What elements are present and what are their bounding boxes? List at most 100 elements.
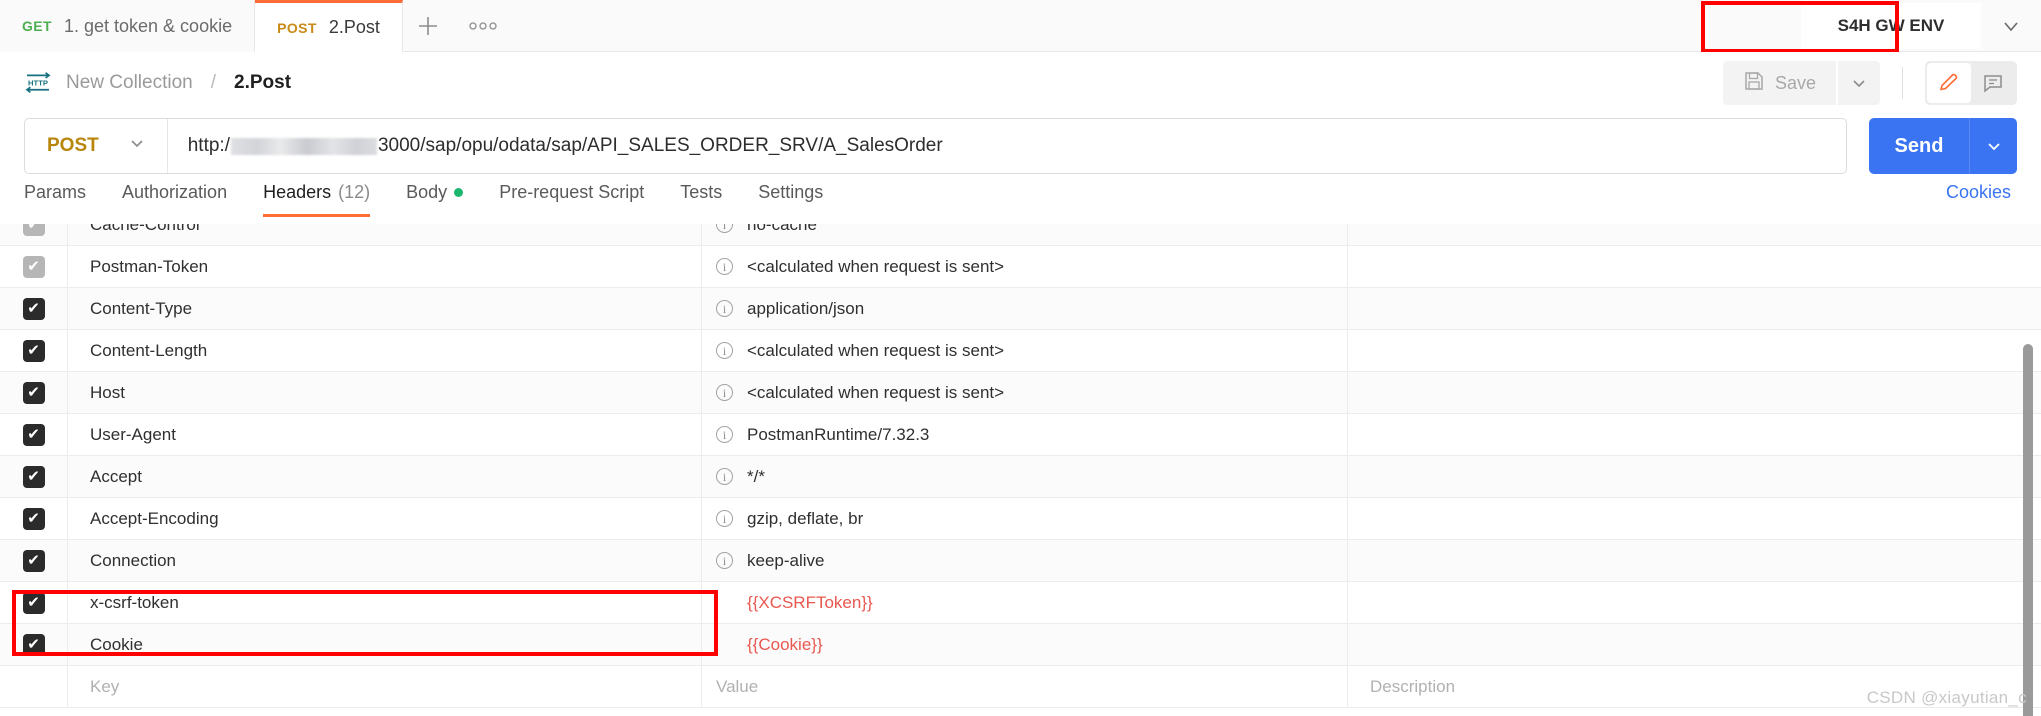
header-checkbox[interactable]: ✔ <box>22 591 45 614</box>
header-description-cell[interactable] <box>1348 372 2041 414</box>
header-key-cell[interactable]: User-Agent <box>68 413 702 456</box>
header-key-cell[interactable]: Connection <box>68 539 702 582</box>
edit-pencil-icon[interactable] <box>1927 63 1971 103</box>
send-options-chevron-down-icon[interactable] <box>1969 118 2017 174</box>
header-description-cell[interactable] <box>1348 288 2041 330</box>
new-header-description-input[interactable]: Description <box>1348 666 2041 708</box>
http-method-select[interactable]: POST <box>25 119 168 173</box>
header-enabled-cell[interactable]: ✔ <box>0 413 68 456</box>
header-key-cell[interactable]: Postman-Token <box>68 245 702 288</box>
header-description-cell[interactable] <box>1348 498 2041 540</box>
header-enabled-cell[interactable]: ✔ <box>0 287 68 330</box>
tab-pre-request-script[interactable]: Pre-request Script <box>499 182 666 217</box>
header-enabled-cell[interactable] <box>0 665 68 708</box>
header-checkbox[interactable]: ✔ <box>22 297 45 320</box>
header-key-cell[interactable]: Accept-Encoding <box>68 497 702 540</box>
header-checkbox[interactable]: ✔ <box>22 423 45 446</box>
header-value-cell[interactable]: i <calculated when request is sent> <box>702 371 1348 414</box>
send-button[interactable]: Send <box>1869 118 1969 174</box>
header-enabled-cell[interactable]: ✔ <box>0 245 68 288</box>
tab-headers[interactable]: Headers (12) <box>263 182 392 217</box>
headers-table-scrollbar[interactable] <box>2023 344 2033 716</box>
table-row-new[interactable]: Key Value Description <box>0 665 2041 708</box>
header-checkbox[interactable]: ✔ <box>22 465 45 488</box>
header-description-cell[interactable] <box>1348 330 2041 372</box>
header-description-cell[interactable] <box>1348 540 2041 582</box>
header-description-cell[interactable] <box>1348 456 2041 498</box>
tab-authorization[interactable]: Authorization <box>122 182 249 217</box>
table-row[interactable]: ✔ Cache-Control i no-cache <box>0 224 2041 246</box>
header-enabled-cell[interactable]: ✔ <box>0 455 68 498</box>
header-description-cell[interactable] <box>1348 246 2041 288</box>
table-row[interactable]: ✔ Accept i */* <box>0 455 2041 498</box>
header-value-cell[interactable]: {{XCSRFToken}} <box>702 581 1348 624</box>
header-value-cell[interactable]: i <calculated when request is sent> <box>702 329 1348 372</box>
header-value-cell[interactable]: i */* <box>702 455 1348 498</box>
header-key-cell[interactable]: Accept <box>68 455 702 498</box>
url-input[interactable]: http:/ 3000/sap/opu/odata/sap/API_SALES_O… <box>168 119 1846 173</box>
header-info-icon[interactable]: i <box>716 384 733 401</box>
table-row[interactable]: ✔ Accept-Encoding i gzip, deflate, br <box>0 497 2041 540</box>
header-info-icon[interactable]: i <box>716 426 733 443</box>
header-key-cell[interactable]: Content-Length <box>68 329 702 372</box>
header-value-cell[interactable]: {{Cookie}} <box>702 623 1348 666</box>
header-description-cell[interactable] <box>1348 414 2041 456</box>
header-value-cell[interactable]: i PostmanRuntime/7.32.3 <box>702 413 1348 456</box>
header-description-cell[interactable] <box>1348 582 2041 624</box>
header-enabled-cell[interactable]: ✔ <box>0 371 68 414</box>
header-info-icon[interactable]: i <box>716 342 733 359</box>
tab-body[interactable]: Body <box>406 182 485 217</box>
environment-chevron-down-icon[interactable] <box>1981 0 2041 52</box>
table-row[interactable]: ✔ Host i <calculated when request is sent> <box>0 371 2041 414</box>
header-info-icon[interactable]: i <box>716 224 733 233</box>
header-info-icon[interactable]: i <box>716 468 733 485</box>
header-value-cell[interactable]: i <calculated when request is sent> <box>702 245 1348 288</box>
table-row[interactable]: ✔ Cookie {{Cookie}} <box>0 623 2041 666</box>
new-header-value-input[interactable]: Value <box>702 665 1348 708</box>
header-key-cell[interactable]: Content-Type <box>68 287 702 330</box>
header-info-icon[interactable]: i <box>716 552 733 569</box>
header-description-cell[interactable] <box>1348 624 2041 666</box>
header-enabled-cell[interactable]: ✔ <box>0 539 68 582</box>
header-info-icon[interactable]: i <box>716 300 733 317</box>
header-value-cell[interactable]: i keep-alive <box>702 539 1348 582</box>
tab-settings[interactable]: Settings <box>758 182 845 217</box>
header-checkbox[interactable]: ✔ <box>22 381 45 404</box>
table-row[interactable]: ✔ User-Agent i PostmanRuntime/7.32.3 <box>0 413 2041 456</box>
header-enabled-cell[interactable]: ✔ <box>0 497 68 540</box>
header-description-cell[interactable] <box>1348 224 2041 246</box>
new-tab-icon[interactable] <box>403 0 453 52</box>
table-row[interactable]: ✔ Postman-Token i <calculated when request … <box>0 245 2041 288</box>
comment-icon[interactable] <box>1971 63 2015 103</box>
header-checkbox[interactable]: ✔ <box>22 339 45 362</box>
header-checkbox[interactable]: ✔ <box>22 549 45 572</box>
header-checkbox[interactable]: ✔ <box>22 633 45 656</box>
request-tab-2[interactable]: POST 2.Post <box>255 0 403 52</box>
header-key-cell[interactable]: Cookie <box>68 623 702 666</box>
table-row[interactable]: ✔ Connection i keep-alive <box>0 539 2041 582</box>
header-checkbox[interactable]: ✔ <box>22 507 45 530</box>
header-key-cell[interactable]: x-csrf-token <box>68 581 702 624</box>
tab-params[interactable]: Params <box>24 182 108 217</box>
table-row[interactable]: ✔ Content-Length i <calculated when request… <box>0 329 2041 372</box>
tab-tests[interactable]: Tests <box>680 182 744 217</box>
header-value-cell[interactable]: i gzip, deflate, br <box>702 497 1348 540</box>
table-row[interactable]: ✔ Content-Type i application/json <box>0 287 2041 330</box>
header-enabled-cell[interactable]: ✔ <box>0 329 68 372</box>
environment-selector[interactable]: S4H GW ENV <box>1801 3 1981 49</box>
new-header-key-input[interactable]: Key <box>68 665 702 708</box>
header-value-cell[interactable]: i no-cache <box>702 224 1348 246</box>
header-info-icon[interactable]: i <box>716 510 733 527</box>
save-options-chevron-down-icon[interactable] <box>1838 61 1880 105</box>
header-enabled-cell[interactable]: ✔ <box>0 581 68 624</box>
header-checkbox[interactable]: ✔ <box>22 255 45 278</box>
breadcrumb-collection[interactable]: New Collection <box>66 72 193 94</box>
header-key-cell[interactable]: Host <box>68 371 702 414</box>
header-enabled-cell[interactable]: ✔ <box>0 224 68 246</box>
header-enabled-cell[interactable]: ✔ <box>0 623 68 666</box>
header-checkbox[interactable]: ✔ <box>22 224 45 236</box>
save-button[interactable]: Save <box>1722 61 1836 105</box>
header-info-icon[interactable]: i <box>716 258 733 275</box>
header-value-cell[interactable]: i application/json <box>702 287 1348 330</box>
request-tab-1[interactable]: GET 1. get token & cookie <box>0 0 256 52</box>
